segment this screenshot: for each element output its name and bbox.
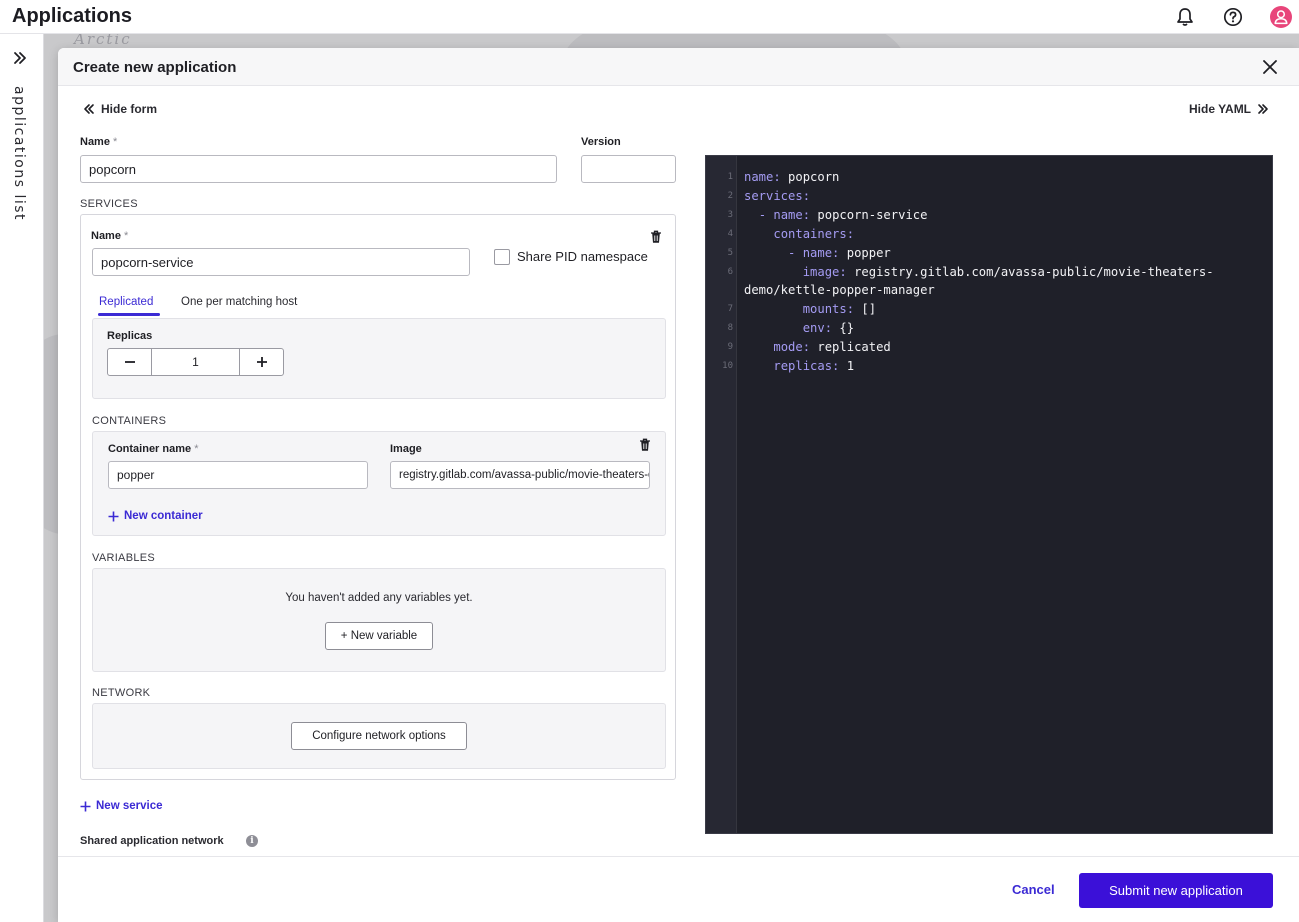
version-label: Version — [581, 136, 621, 148]
replicas-stepper[interactable]: 1 — [107, 348, 284, 376]
container-name-input[interactable]: popper — [108, 461, 368, 489]
configure-network-button[interactable]: Configure network options — [291, 722, 467, 750]
code-line: mode: replicated — [773, 340, 891, 354]
applications-list-label: applications list — [11, 86, 27, 222]
image-input[interactable]: registry.gitlab.com/avassa-public/movie-… — [390, 461, 650, 489]
variables-empty-text: You haven't added any variables yet. — [285, 592, 473, 604]
plus-icon — [108, 511, 119, 521]
code-line: name: popcorn — [744, 170, 840, 184]
dialog-title: Create new application — [73, 59, 237, 76]
double-chevron-left-icon — [84, 104, 94, 114]
share-pid-checkbox[interactable] — [494, 249, 510, 265]
hide-yaml-label: Hide YAML — [1189, 102, 1252, 116]
dialog-header: Create new application — [58, 48, 1299, 86]
network-caption: NETWORK — [92, 687, 151, 699]
hide-form-label: Hide form — [101, 102, 158, 116]
plus-icon — [256, 357, 267, 367]
plus-icon — [80, 801, 91, 811]
hide-yaml-button[interactable]: Hide YAML — [1189, 102, 1269, 116]
top-bar: Applications — [0, 0, 1299, 34]
new-variable-button[interactable]: + New variable — [325, 622, 433, 650]
increment-button[interactable] — [240, 349, 283, 375]
double-chevron-right-icon — [1258, 104, 1268, 114]
code-line: replicas: 1 — [773, 359, 855, 373]
new-container-button[interactable]: New container — [108, 510, 203, 522]
bell-icon[interactable] — [1174, 6, 1196, 28]
line-number: 3 — [727, 210, 733, 220]
version-input[interactable] — [581, 155, 676, 183]
code-line: demo/kettle-popper-manager — [744, 283, 935, 297]
line-number: 6 — [727, 267, 733, 277]
container-name-label: Container name * — [108, 443, 199, 455]
image-label: Image — [390, 443, 422, 455]
new-container-label: New container — [124, 510, 203, 522]
variables-panel: You haven't added any variables yet. + N… — [92, 568, 666, 672]
line-number: 9 — [727, 342, 733, 352]
service-name-label: Name * — [91, 230, 129, 242]
page-title: Applications — [12, 5, 133, 27]
tab-one-per-host[interactable]: One per matching host — [181, 296, 297, 308]
network-panel: Configure network options — [92, 703, 666, 769]
services-caption: SERVICES — [80, 198, 138, 210]
map-label: Arctic — [74, 34, 132, 48]
container-panel: Container name * popper Image registry.g… — [92, 431, 666, 536]
new-service-button[interactable]: New service — [80, 800, 163, 812]
decrement-button[interactable] — [108, 349, 151, 375]
new-service-label: New service — [96, 800, 163, 812]
code-line: - name: popcorn-service — [758, 208, 928, 222]
share-pid-label: Share PID namespace — [517, 249, 648, 264]
line-number: 5 — [727, 248, 733, 258]
line-number: 1 — [727, 172, 733, 182]
submit-button[interactable]: Submit new application — [1079, 873, 1273, 908]
info-icon[interactable]: i — [246, 835, 258, 847]
close-icon[interactable] — [1261, 58, 1279, 76]
service-name-input[interactable]: popcorn-service — [92, 248, 470, 276]
delete-container-icon[interactable] — [639, 438, 651, 452]
tab-replicated[interactable]: Replicated — [99, 296, 153, 308]
line-number: 2 — [727, 191, 733, 201]
double-chevron-right-icon[interactable] — [12, 50, 28, 66]
line-number: 10 — [722, 361, 733, 371]
app-name-input[interactable]: popcorn — [80, 155, 557, 183]
line-number: 8 — [727, 323, 733, 333]
create-application-dialog: Create new application Hide form Hide YA… — [58, 48, 1299, 922]
cancel-button[interactable]: Cancel — [1012, 882, 1055, 897]
replicas-label: Replicas — [107, 330, 153, 342]
replicas-panel: Replicas 1 — [92, 318, 666, 399]
line-number-gutter: 1 2 3 4 5 6 7 8 9 10 — [706, 156, 737, 833]
containers-caption: CONTAINERS — [92, 415, 167, 427]
variables-caption: VARIABLES — [92, 552, 156, 564]
replicas-value[interactable]: 1 — [151, 349, 240, 375]
delete-service-icon[interactable] — [650, 230, 662, 244]
minus-icon — [124, 361, 135, 363]
line-number: 7 — [727, 304, 733, 314]
shared-network-label: Shared application network — [80, 835, 224, 847]
applications-list-panel[interactable]: applications list — [0, 34, 44, 922]
code-line: containers: — [773, 227, 855, 241]
code-line: image: registry.gitlab.com/avassa-public… — [802, 265, 1214, 279]
help-icon[interactable] — [1222, 6, 1244, 28]
hide-form-button[interactable]: Hide form — [83, 102, 157, 116]
dialog-footer: Cancel Submit new application — [58, 856, 1299, 922]
app-name-label: Name * — [80, 136, 118, 148]
user-icon[interactable] — [1270, 6, 1292, 28]
yaml-editor[interactable]: 1 2 3 4 5 6 7 8 9 10 name: popcorn servi… — [705, 155, 1273, 834]
code-line: services: — [744, 189, 811, 203]
code-line: env: {} — [802, 321, 855, 335]
service-card: Name * popcorn-service Share PID namespa… — [80, 214, 676, 780]
active-tab-indicator — [98, 313, 160, 316]
code-line: - name: popper — [788, 246, 891, 260]
code-line: mounts: [] — [802, 302, 877, 316]
line-number: 4 — [727, 229, 733, 239]
